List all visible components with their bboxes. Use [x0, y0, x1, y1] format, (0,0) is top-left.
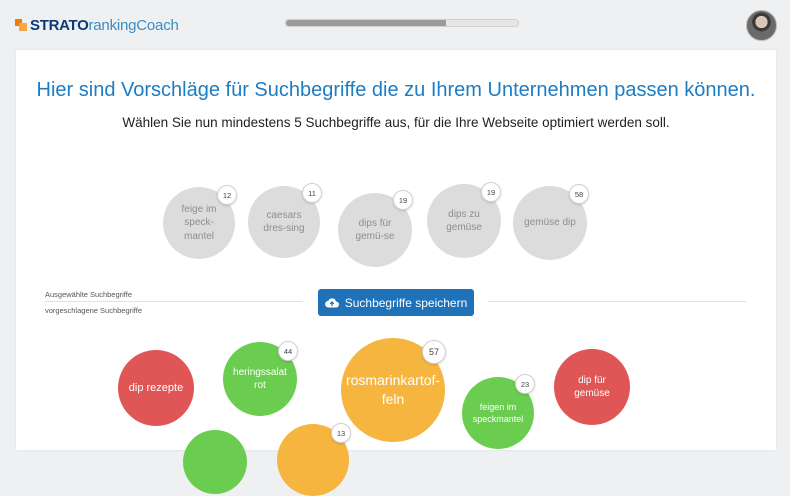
keyword-count-badge: 13 [331, 423, 351, 443]
keyword-count-badge: 19 [481, 182, 501, 202]
progress-bar [285, 19, 519, 27]
keyword-label: rosmarinkartof-feln [345, 372, 441, 407]
keyword-label: caesars dres-sing [263, 209, 305, 235]
logo-strato-text: STRATO [30, 16, 89, 34]
strato-logo-icon [15, 19, 27, 31]
top-bar: STRATO rankingCoach [0, 0, 790, 50]
keyword-label: dips für gemü-se [355, 217, 395, 243]
save-keywords-label: Suchbegriffe speichern [344, 295, 468, 310]
keyword-count-badge: 58 [569, 184, 589, 204]
keyword-count-badge: 44 [278, 341, 298, 361]
divider-right [488, 301, 746, 302]
keyword-label: feigen im speckmantel [472, 401, 524, 424]
suggested-keyword-bubble[interactable]: dip rezepte [118, 350, 194, 426]
divider-left [45, 301, 303, 302]
main-card: Hier sind Vorschläge für Suchbegriffe di… [16, 50, 776, 496]
user-avatar[interactable] [746, 10, 777, 41]
keyword-label: dip rezepte [128, 381, 184, 394]
keyword-label: feige im speck-mantel [181, 203, 217, 242]
page-subtitle: Wählen Sie nun mindestens 5 Suchbegriffe… [122, 115, 670, 130]
page-title: Hier sind Vorschläge für Suchbegriffe di… [36, 79, 756, 101]
keyword-label: gemüse dip [524, 217, 576, 229]
keyword-count-badge: 23 [515, 374, 535, 394]
cloud-upload-icon [324, 298, 339, 308]
keyword-count-badge: 11 [302, 183, 322, 203]
strato-rankingcoach-logo[interactable]: STRATO rankingCoach [15, 14, 179, 36]
keyword-label: heringssalat rot [233, 366, 287, 392]
suggested-keywords-label: vorgeschlagene Suchbegriffe [45, 306, 143, 315]
keyword-count-badge: 57 [422, 340, 446, 364]
suggested-keyword-bubble[interactable]: dip für gemüse [554, 349, 630, 425]
save-keywords-button[interactable]: Suchbegriffe speichern [318, 289, 474, 316]
keyword-label: dips zu gemüse [446, 208, 482, 234]
selected-keywords-label: Ausgewählte Suchbegriffe [45, 290, 133, 299]
logo-product-text: rankingCoach [88, 16, 179, 34]
keyword-count-badge: 19 [393, 190, 413, 210]
keyword-label: dip für gemüse [574, 374, 610, 400]
progress-bar-fill [286, 20, 447, 26]
keyword-count-badge: 12 [217, 185, 237, 205]
